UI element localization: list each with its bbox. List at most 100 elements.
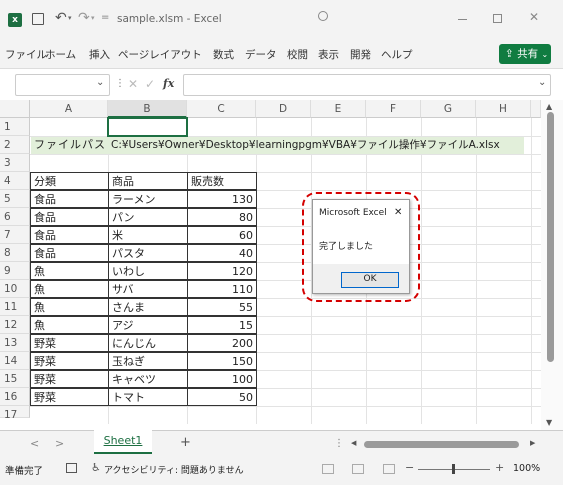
table-cell[interactable]: サバ bbox=[108, 280, 188, 298]
zoom-out-button[interactable]: − bbox=[405, 461, 414, 474]
column-header-e[interactable]: E bbox=[311, 100, 366, 118]
select-all-corner[interactable] bbox=[0, 100, 30, 118]
column-header-a[interactable]: A bbox=[30, 100, 108, 118]
column-header-d[interactable]: D bbox=[256, 100, 311, 118]
table-cell[interactable]: アジ bbox=[108, 316, 188, 334]
table-cell[interactable]: さんま bbox=[108, 298, 188, 316]
table-header-product[interactable]: 商品 bbox=[108, 172, 188, 190]
table-cell[interactable]: ラーメン bbox=[108, 190, 188, 208]
table-cell[interactable]: 野菜 bbox=[30, 388, 109, 406]
tab-home[interactable]: ホーム bbox=[45, 47, 76, 62]
table-cell[interactable]: 食品 bbox=[30, 244, 109, 262]
table-cell[interactable]: 食品 bbox=[30, 208, 109, 226]
accessibility-icon[interactable]: ♿ bbox=[91, 461, 101, 474]
table-cell[interactable]: 野菜 bbox=[30, 334, 109, 352]
hscroll-left-icon[interactable]: ◀ bbox=[351, 439, 356, 447]
table-cell[interactable]: 食品 bbox=[30, 226, 109, 244]
row-header[interactable]: 15 bbox=[0, 370, 30, 388]
row-header[interactable]: 4 bbox=[0, 172, 30, 190]
table-cell[interactable]: パン bbox=[108, 208, 188, 226]
tab-formulas[interactable]: 数式 bbox=[213, 47, 234, 62]
accessibility-status[interactable]: アクセシビリティ: 問題ありません bbox=[104, 463, 244, 476]
column-header-g[interactable]: G bbox=[421, 100, 476, 118]
row-header[interactable]: 10 bbox=[0, 280, 30, 298]
cancel-icon[interactable]: ✕ bbox=[128, 77, 138, 91]
table-cell[interactable]: 米 bbox=[108, 226, 188, 244]
table-cell[interactable]: 魚 bbox=[30, 316, 109, 334]
table-cell[interactable]: 玉ねぎ bbox=[108, 352, 188, 370]
tab-file[interactable]: ファイル bbox=[5, 47, 47, 62]
maximize-icon[interactable] bbox=[493, 14, 502, 23]
table-cell[interactable]: 野菜 bbox=[30, 370, 109, 388]
enter-icon[interactable]: ✓ bbox=[145, 77, 155, 91]
table-cell[interactable]: キャベツ bbox=[108, 370, 188, 388]
zoom-in-button[interactable]: + bbox=[495, 461, 504, 474]
table-cell[interactable]: いわし bbox=[108, 262, 188, 280]
table-cell[interactable]: トマト bbox=[108, 388, 188, 406]
row-header[interactable]: 5 bbox=[0, 190, 30, 208]
column-header-b[interactable]: B bbox=[108, 100, 187, 118]
table-header-sales[interactable]: 販売数 bbox=[187, 172, 257, 190]
search-icon[interactable] bbox=[318, 11, 328, 21]
table-cell[interactable]: 魚 bbox=[30, 280, 109, 298]
redo-icon[interactable]: ↷ bbox=[78, 10, 90, 26]
row-header[interactable]: 2 bbox=[0, 136, 30, 154]
table-cell[interactable]: 150 bbox=[187, 352, 257, 370]
table-cell[interactable]: 50 bbox=[187, 388, 257, 406]
row-header[interactable]: 3 bbox=[0, 154, 30, 172]
path-value-cell[interactable]: C:¥Users¥Owner¥Desktop¥learningpgm¥VBA¥フ… bbox=[108, 136, 503, 154]
horizontal-scroll-thumb[interactable] bbox=[364, 441, 519, 448]
row-header[interactable]: 12 bbox=[0, 316, 30, 334]
cell-mode-icon[interactable] bbox=[66, 463, 77, 473]
path-label-cell[interactable]: ファイルパス bbox=[31, 136, 109, 154]
formula-input[interactable] bbox=[183, 74, 551, 96]
tab-insert[interactable]: 挿入 bbox=[89, 47, 110, 62]
row-header[interactable]: 17 bbox=[0, 406, 30, 421]
table-cell[interactable]: 40 bbox=[187, 244, 257, 262]
expand-formula-icon[interactable]: ⌄ bbox=[538, 77, 546, 88]
row-header[interactable]: 14 bbox=[0, 352, 30, 370]
insert-function-icon[interactable]: fx bbox=[163, 77, 174, 90]
tab-data[interactable]: データ bbox=[245, 47, 277, 62]
undo-icon[interactable]: ↶ bbox=[55, 10, 67, 26]
table-cell[interactable]: 15 bbox=[187, 316, 257, 334]
row-header[interactable]: 13 bbox=[0, 334, 30, 352]
add-sheet-button[interactable]: + bbox=[180, 435, 191, 450]
row-header[interactable]: 8 bbox=[0, 244, 30, 262]
scroll-down-icon[interactable]: ▼ bbox=[546, 418, 552, 427]
tab-page-layout[interactable]: ページレイアウト bbox=[118, 47, 202, 62]
table-cell[interactable]: 野菜 bbox=[30, 352, 109, 370]
table-cell[interactable]: 100 bbox=[187, 370, 257, 388]
tab-review[interactable]: 校閲 bbox=[287, 47, 308, 62]
share-button[interactable]: ⇪ 共有 ⌄ bbox=[499, 44, 551, 64]
close-window-icon[interactable]: ✕ bbox=[529, 10, 539, 24]
save-icon[interactable] bbox=[32, 13, 44, 25]
table-cell[interactable]: 200 bbox=[187, 334, 257, 352]
table-cell[interactable]: 130 bbox=[187, 190, 257, 208]
table-cell[interactable]: 魚 bbox=[30, 262, 109, 280]
zoom-level[interactable]: 100% bbox=[513, 463, 540, 474]
tab-developer[interactable]: 開発 bbox=[350, 47, 371, 62]
zoom-slider-thumb[interactable] bbox=[452, 464, 455, 474]
table-cell[interactable]: 60 bbox=[187, 226, 257, 244]
scroll-thumb[interactable] bbox=[547, 112, 554, 362]
qat-customize-icon[interactable]: = bbox=[101, 12, 109, 23]
vertical-scrollbar[interactable]: ▲ ▼ bbox=[541, 100, 563, 430]
row-header[interactable]: 7 bbox=[0, 226, 30, 244]
tab-view[interactable]: 表示 bbox=[318, 47, 339, 62]
row-header[interactable]: 9 bbox=[0, 262, 30, 280]
column-header-h[interactable]: H bbox=[476, 100, 531, 118]
table-header-category[interactable]: 分類 bbox=[30, 172, 109, 190]
column-header-f[interactable]: F bbox=[366, 100, 421, 118]
page-break-view-icon[interactable] bbox=[383, 464, 395, 474]
table-cell[interactable]: 55 bbox=[187, 298, 257, 316]
table-cell[interactable]: 80 bbox=[187, 208, 257, 226]
table-cell[interactable]: 魚 bbox=[30, 298, 109, 316]
sheet-next-button[interactable]: > bbox=[55, 437, 64, 450]
name-box-chevron-icon[interactable]: ⌄ bbox=[96, 77, 104, 88]
active-cell-b1[interactable] bbox=[107, 117, 188, 137]
column-header-c[interactable]: C bbox=[187, 100, 256, 118]
table-cell[interactable]: 110 bbox=[187, 280, 257, 298]
row-header[interactable]: 16 bbox=[0, 388, 30, 406]
worksheet-grid[interactable]: A B C D E F G H 1 2 3 4 5 6 7 8 9 10 11 … bbox=[0, 100, 563, 430]
